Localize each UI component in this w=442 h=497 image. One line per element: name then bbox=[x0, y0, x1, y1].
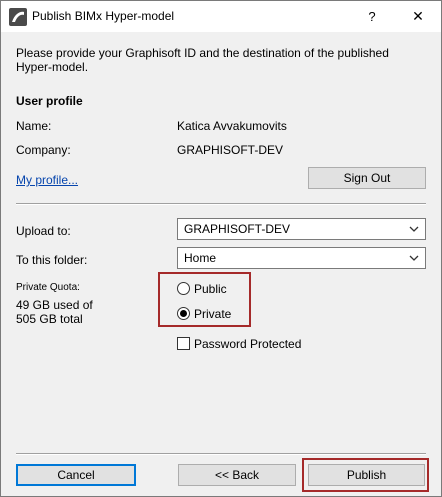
sign-out-label: Sign Out bbox=[343, 171, 391, 185]
name-label: Name: bbox=[16, 119, 52, 133]
user-profile-heading: User profile bbox=[16, 94, 83, 108]
private-quota-label: Private Quota: bbox=[16, 282, 80, 293]
publish-dialog: Publish BIMx Hyper-model ? ✕ Please prov… bbox=[0, 0, 442, 497]
private-label: Private bbox=[194, 307, 232, 321]
sign-out-button[interactable]: Sign Out bbox=[308, 167, 426, 189]
help-icon: ? bbox=[368, 9, 376, 24]
separator-bottom bbox=[16, 453, 426, 455]
separator-top bbox=[16, 203, 426, 205]
back-label: << Back bbox=[214, 468, 260, 482]
chevron-down-icon bbox=[409, 255, 419, 261]
chevron-down-icon bbox=[409, 226, 419, 232]
dialog-content: Please provide your Graphisoft ID and th… bbox=[1, 32, 441, 496]
private-radio-option[interactable]: Private bbox=[177, 307, 247, 323]
folder-label: To this folder: bbox=[16, 253, 88, 267]
name-value: Katica Avvakumovits bbox=[177, 119, 287, 133]
public-radio[interactable] bbox=[177, 282, 190, 295]
password-protected-checkbox[interactable] bbox=[177, 337, 190, 350]
password-protected-label: Password Protected bbox=[194, 337, 302, 351]
company-value: GRAPHISOFT-DEV bbox=[177, 143, 284, 157]
quota-total-text: 505 GB total bbox=[16, 312, 83, 326]
upload-to-value: GRAPHISOFT-DEV bbox=[184, 222, 291, 236]
title-bar: Publish BIMx Hyper-model ? ✕ bbox=[1, 1, 441, 32]
radio-selected-dot bbox=[180, 310, 187, 317]
private-radio[interactable] bbox=[177, 307, 190, 320]
company-label: Company: bbox=[16, 143, 71, 157]
archicad-app-icon bbox=[9, 8, 27, 26]
close-button[interactable]: ✕ bbox=[399, 1, 437, 32]
description-text: Please provide your Graphisoft ID and th… bbox=[16, 46, 389, 74]
public-radio-option[interactable]: Public bbox=[177, 282, 247, 298]
password-protected-option[interactable]: Password Protected bbox=[177, 337, 317, 353]
back-button[interactable]: << Back bbox=[178, 464, 296, 486]
upload-to-label: Upload to: bbox=[16, 224, 71, 238]
public-label: Public bbox=[194, 282, 227, 296]
quota-used-text: 49 GB used of bbox=[16, 298, 93, 312]
publish-label: Publish bbox=[346, 468, 387, 482]
window-title: Publish BIMx Hyper-model bbox=[32, 9, 175, 23]
folder-select[interactable]: Home bbox=[177, 247, 426, 269]
cancel-label: Cancel bbox=[57, 468, 95, 482]
folder-value: Home bbox=[184, 251, 217, 265]
upload-to-select[interactable]: GRAPHISOFT-DEV bbox=[177, 218, 426, 240]
close-icon: ✕ bbox=[412, 8, 424, 24]
publish-button[interactable]: Publish bbox=[308, 464, 425, 486]
help-button[interactable]: ? bbox=[353, 1, 391, 32]
my-profile-link[interactable]: My profile... bbox=[16, 173, 78, 187]
cancel-button[interactable]: Cancel bbox=[16, 464, 136, 486]
